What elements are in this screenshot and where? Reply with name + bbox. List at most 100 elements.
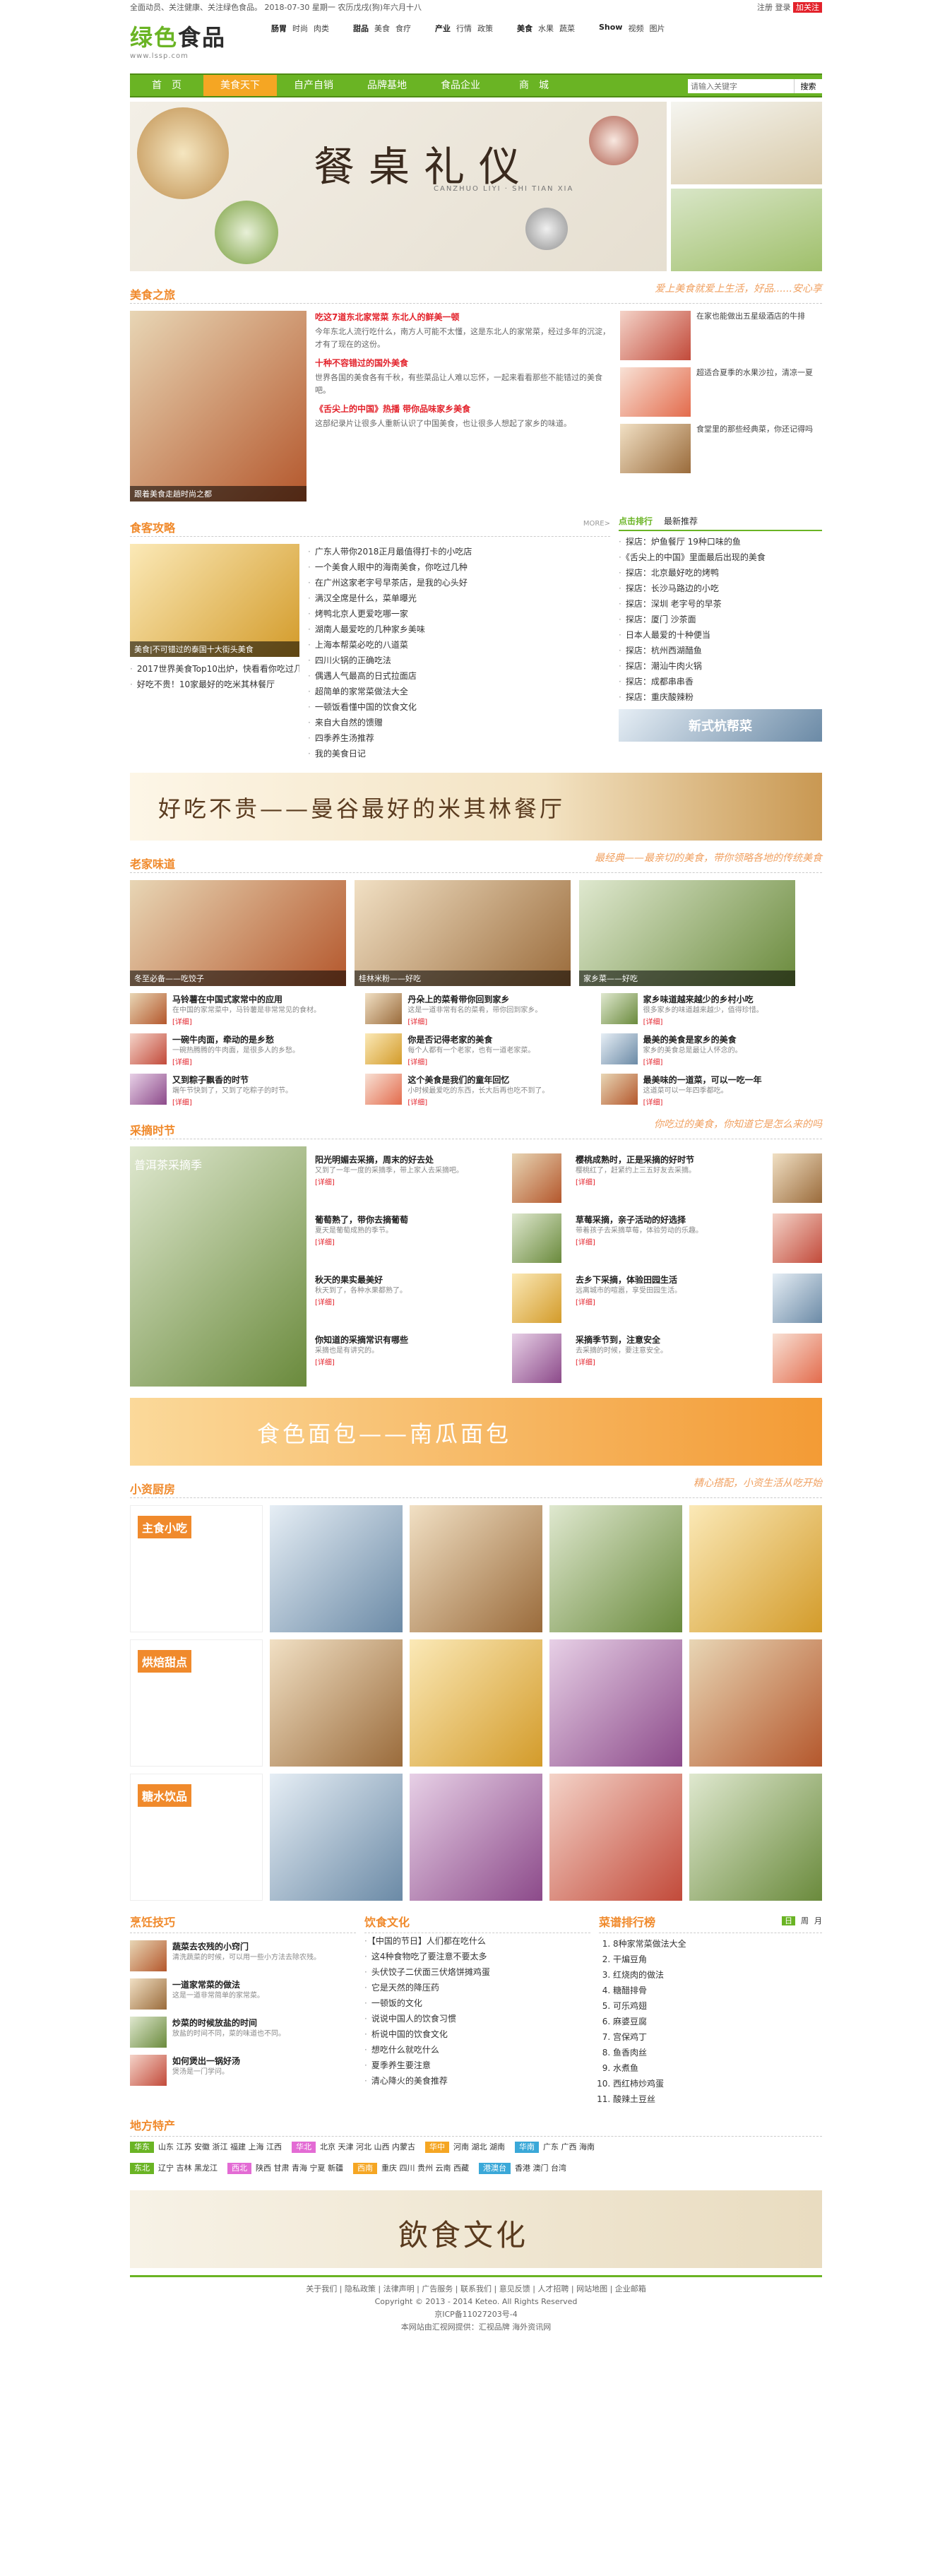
ranking-item[interactable]: 探店：潮汕牛肉火锅 <box>619 658 822 674</box>
dish-photo[interactable] <box>549 1774 682 1901</box>
item-thumb[interactable] <box>365 1074 403 1105</box>
list-item[interactable]: 马铃薯在中国式家常中的应用 在中国的家常菜中，马铃薯是非常常见的食材。 [详细] <box>130 993 351 1026</box>
dish-photo[interactable]: 糖水饮品 <box>130 1774 263 1901</box>
region-provinces[interactable]: 辽宁 吉林 黑龙江 <box>158 2164 218 2173</box>
region-tag[interactable]: 港澳台 <box>479 2163 511 2174</box>
article-link[interactable]: 它是天然的降压药 <box>364 1980 590 1995</box>
dish-photo[interactable] <box>689 1639 822 1767</box>
article-link[interactable]: 好吃不贵！10家最好的吃米其林餐厅 <box>130 677 299 692</box>
article-link[interactable]: 超简单的家常菜做法大全 <box>308 684 605 699</box>
nav-item[interactable]: 商 城 <box>497 75 571 96</box>
banner-main[interactable]: 餐桌礼仪 CANZHUO LIYI · SHI TIAN XIA <box>130 102 667 271</box>
article-link[interactable]: 说说中国人的饮食习惯 <box>364 2011 590 2026</box>
side-title[interactable]: 食堂里的那些经典菜，你还记得吗 <box>696 424 813 473</box>
nav-item[interactable]: 首 页 <box>130 75 203 96</box>
ranking-item[interactable]: 麻婆豆腐 <box>613 2014 822 2029</box>
item-title[interactable]: 丹朵上的菜肴带你回到家乡 <box>407 993 542 1005</box>
item-title[interactable]: 去乡下采摘，体验田园生活 <box>576 1274 767 1286</box>
list-item[interactable]: 草莓采摘，亲子活动的好选择 带着孩子去采摘草莓，体验劳动的乐趣。 [详细] <box>576 1213 822 1266</box>
article-link[interactable]: 清心降火的美食推荐 <box>364 2073 590 2089</box>
article-link[interactable]: 我的美食日记 <box>308 746 605 761</box>
feature-headline[interactable]: 吃这7道东北家常菜 东北人的鲜美一顿 <box>315 311 612 323</box>
article-link[interactable]: 一顿饭看懂中国的饮食文化 <box>308 699 605 715</box>
ranking-item[interactable]: 西红柿炒鸡蛋 <box>613 2076 822 2091</box>
region-provinces[interactable]: 北京 天津 河北 山西 内蒙古 <box>320 2142 415 2151</box>
article-link[interactable]: 夏季养生要注意 <box>364 2058 590 2073</box>
banner-side-image[interactable] <box>671 189 822 271</box>
item-title[interactable]: 秋天的果实最美好 <box>315 1274 506 1286</box>
footer-links[interactable]: 关于我们 | 隐私政策 | 法律声明 | 广告服务 | 联系我们 | 意见反馈 … <box>130 2283 822 2296</box>
region-provinces[interactable]: 河南 湖北 湖南 <box>453 2142 505 2151</box>
dish-photo[interactable]: 烘焙甜点 <box>130 1639 263 1767</box>
article-link[interactable]: 满汉全席是什么，菜单曝光 <box>308 590 605 606</box>
item-title[interactable]: 炒菜的时候放盐的时间 <box>172 2017 285 2029</box>
more-link[interactable]: [详细] <box>643 1059 663 1067</box>
article-link[interactable]: 一顿饭的文化 <box>364 1995 590 2011</box>
ranking-item[interactable]: 宫保鸡丁 <box>613 2029 822 2045</box>
article-link[interactable]: 湖南人最爱吃的几种家乡美味 <box>308 622 605 637</box>
nav-item[interactable]: 自产自销 <box>277 75 350 96</box>
more-link[interactable]: [详细] <box>407 1099 427 1107</box>
article-link[interactable]: 广东人带你2018正月最值得打卡的小吃店 <box>308 544 605 559</box>
category-link[interactable]: 视频 <box>628 23 643 34</box>
ad-banner[interactable]: 好吃不贵——曼谷最好的米其林餐厅 <box>130 773 822 841</box>
list-item[interactable]: 秋天的果实最美好 秋天到了，各种水果都熟了。 [详细] <box>315 1274 561 1326</box>
ranking-item[interactable]: 探店：炉鱼餐厅 19种口味的鱼 <box>619 534 822 550</box>
list-item[interactable]: 你是否记得老家的美食 每个人都有一个老家，也有一道老家菜。 [详细] <box>365 1033 586 1067</box>
dish-photo[interactable] <box>689 1774 822 1901</box>
dish-photo[interactable] <box>270 1639 403 1767</box>
ranking-item[interactable]: 鱼香肉丝 <box>613 2045 822 2060</box>
list-item[interactable]: 你知道的采摘常识有哪些 采摘也是有讲究的。 [详细] <box>315 1334 561 1387</box>
ad-banner[interactable]: 食色面包——南瓜面包 <box>130 1398 822 1466</box>
item-title[interactable]: 你是否记得老家的美食 <box>407 1033 535 1045</box>
item-title[interactable]: 草莓采摘，亲子活动的好选择 <box>576 1213 767 1225</box>
article-link[interactable]: 四川火锅的正确吃法 <box>308 653 605 668</box>
item-title[interactable]: 最美的美食是家乡的美食 <box>643 1033 742 1045</box>
list-item[interactable]: 樱桃成熟时，正是采摘的好时节 樱桃红了，赶紧约上三五好友去采摘。 [详细] <box>576 1153 822 1206</box>
more-link[interactable]: [详细] <box>643 1019 663 1026</box>
item-thumb[interactable] <box>512 1274 561 1323</box>
item-title[interactable]: 采摘季节到，注意安全 <box>576 1334 767 1346</box>
article-link[interactable]: 【中国的节日】人们都在吃什么 <box>364 1933 590 1949</box>
region-tag[interactable]: 东北 <box>130 2163 154 2174</box>
list-item[interactable]: 蔬菜去农残的小窍门 清洗蔬菜的时候，可以用一些小方法去除农残。 <box>130 1940 356 1971</box>
article-link[interactable]: 偶遇人气最高的日式拉面店 <box>308 668 605 684</box>
nav-item[interactable]: 食品企业 <box>424 75 497 96</box>
ranking-item[interactable]: 探店：成都串串香 <box>619 674 822 689</box>
category-link[interactable]: Show <box>599 23 622 34</box>
more-link[interactable]: [详细] <box>315 1239 335 1247</box>
side-article[interactable]: 在家也能做出五星级酒店的牛排 <box>620 311 822 360</box>
dish-photo[interactable] <box>410 1505 542 1632</box>
ranking-item[interactable]: 干煸豆角 <box>613 1952 822 1967</box>
item-thumb[interactable] <box>130 993 167 1024</box>
item-thumb[interactable] <box>512 1334 561 1383</box>
item-title[interactable]: 葡萄熟了，带你去摘葡萄 <box>315 1213 506 1225</box>
item-thumb[interactable] <box>773 1334 822 1383</box>
nav-item[interactable]: 美食天下 <box>203 75 277 96</box>
more-link[interactable]: [详细] <box>315 1359 335 1367</box>
region-tag[interactable]: 华东 <box>130 2142 154 2153</box>
article-link[interactable]: 2017世界美食Top10出炉，快看看你吃过几种 <box>130 661 299 677</box>
list-item[interactable]: 一道家常菜的做法 这是一道非常简单的家常菜。 <box>130 1978 356 2010</box>
dish-photo[interactable] <box>689 1505 822 1632</box>
picking-image[interactable]: 普洱茶采摘季 <box>130 1146 307 1387</box>
article-link[interactable]: 一个美食人眼中的海南美食，你吃过几种 <box>308 559 605 575</box>
list-item[interactable]: 如何煲出一锅好汤 煲汤是一门学问。 <box>130 2055 356 2086</box>
category-link[interactable]: 美食 <box>374 23 390 34</box>
item-thumb[interactable] <box>512 1153 561 1203</box>
category-link[interactable]: 时尚 <box>292 23 308 34</box>
item-title[interactable]: 阳光明媚去采摘，周末的好去处 <box>315 1153 506 1165</box>
category-link[interactable]: 产业 <box>435 23 451 34</box>
category-link[interactable]: 肠胃 <box>271 23 287 34</box>
more-link[interactable]: [详细] <box>643 1099 663 1107</box>
item-title[interactable]: 蔬菜去农残的小窍门 <box>172 1940 321 1952</box>
list-item[interactable]: 葡萄熟了，带你去摘葡萄 夏天是葡萄成熟的季节。 [详细] <box>315 1213 561 1266</box>
ranking-item[interactable]: 水煮鱼 <box>613 2060 822 2076</box>
dish-photo[interactable] <box>549 1639 682 1767</box>
list-item[interactable]: 这个美食是我们的童年回忆 小时候最爱吃的东西，长大后再也吃不到了。 [详细] <box>365 1074 586 1107</box>
category-link[interactable]: 图片 <box>649 23 665 34</box>
region-provinces[interactable]: 山东 江苏 安徽 浙江 福建 上海 江西 <box>158 2142 282 2151</box>
category-link[interactable]: 政策 <box>477 23 493 34</box>
ranking-item[interactable]: 酸辣土豆丝 <box>613 2091 822 2107</box>
side-thumb[interactable] <box>620 367 691 417</box>
